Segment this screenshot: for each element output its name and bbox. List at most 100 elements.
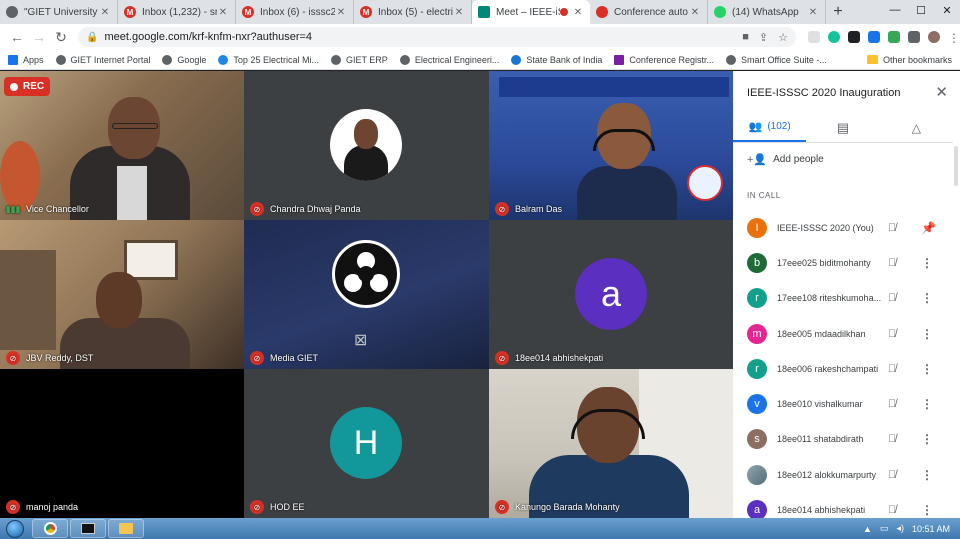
browser-tab[interactable]: (14) WhatsApp ✕ <box>708 0 826 24</box>
new-tab-button[interactable]: + <box>826 0 850 24</box>
close-icon[interactable]: ✕ <box>217 7 229 18</box>
list-item[interactable]: m 18ee005 mdaadilkhan 🎙̸ ⋮ <box>733 316 953 351</box>
mic-off-icon[interactable]: 🎙̸ <box>888 328 896 340</box>
bookmark-item[interactable]: State Bank of India <box>511 54 602 65</box>
bookmark-item[interactable]: Top 25 Electrical Mi... <box>218 54 319 65</box>
more-icon[interactable]: ⋮ <box>921 468 933 482</box>
scrollbar[interactable] <box>954 146 958 186</box>
more-icon[interactable]: ⋮ <box>921 503 933 517</box>
taskbar: ▲ ▭ ◂) 10:51 AM <box>0 518 960 539</box>
extension-icon[interactable] <box>808 31 820 43</box>
maximize-icon[interactable]: ☐ <box>908 0 934 20</box>
pin-icon[interactable]: 📌 <box>921 221 936 235</box>
close-icon[interactable]: ✕ <box>453 7 465 18</box>
more-icon[interactable]: ⋮ <box>921 397 933 411</box>
bookmark-item[interactable]: GIET ERP <box>330 54 388 65</box>
extensions-puzzle-icon[interactable] <box>908 31 920 43</box>
mic-off-icon[interactable]: 🎙̸ <box>888 257 896 269</box>
taskbar-explorer[interactable] <box>108 519 144 538</box>
mic-off-icon[interactable]: 🎙̸ <box>888 222 896 234</box>
bookmark-item[interactable]: Smart Office Suite -... <box>725 54 827 65</box>
browser-tab-active[interactable]: Meet – IEEE-iS ✕ <box>472 0 590 24</box>
participant-tile[interactable]: ⊘ Balram Das <box>489 71 733 220</box>
add-people-button[interactable]: +👤 Add people <box>747 153 824 166</box>
mic-off-icon: ⊘ <box>250 351 264 365</box>
participant-tile[interactable]: ⊘ JBV Reddy, DST <box>0 220 244 369</box>
panel-tabs: 👥 (102) ▤ △ <box>733 113 953 143</box>
more-icon[interactable]: ⋮ <box>921 256 933 270</box>
browser-tab[interactable]: Conference auto admit - ✕ <box>590 0 708 24</box>
more-icon[interactable]: ⋮ <box>921 291 933 305</box>
browser-tab[interactable]: M Inbox (1,232) - srik ✕ <box>118 0 236 24</box>
mic-off-icon[interactable]: 🎙̸ <box>888 433 896 445</box>
camera-in-use-icon[interactable]: ■ <box>742 31 749 44</box>
bookmark-item[interactable]: Electrical Engineeri... <box>399 54 499 65</box>
browser-tab[interactable]: "GIET University Gu ✕ <box>0 0 118 24</box>
mic-off-icon[interactable]: 🎙̸ <box>888 504 896 516</box>
other-bookmarks[interactable]: Other bookmarks <box>866 55 952 65</box>
list-item[interactable]: b 17eee025 biditmohanty 🎙̸ ⋮ <box>733 245 953 280</box>
close-icon[interactable]: ✕ <box>807 7 819 18</box>
participant-tile[interactable]: ⊘ Chandra Dhwaj Panda <box>244 71 489 220</box>
clock[interactable]: 10:51 AM <box>912 524 950 534</box>
more-icon[interactable]: ⋮ <box>921 432 933 446</box>
mic-off-icon: ⊘ <box>6 351 20 365</box>
grammarly-icon[interactable] <box>828 31 840 43</box>
taskbar-chrome[interactable] <box>32 519 68 538</box>
minimize-icon[interactable]: — <box>882 0 908 20</box>
close-icon[interactable]: ✕ <box>99 7 111 18</box>
list-item[interactable]: r 17eee108 riteshkumoha... 🎙̸ ⋮ <box>733 281 953 316</box>
list-item[interactable]: s 18ee011 shatabdirath 🎙̸ ⋮ <box>733 422 953 457</box>
extension-icon[interactable] <box>848 31 860 43</box>
battery-icon[interactable]: ▭ <box>880 523 889 534</box>
bookmark-item[interactable]: GIET Internet Portal <box>55 54 150 65</box>
profile-avatar[interactable] <box>928 31 940 43</box>
browser-tab[interactable]: M Inbox (5) - electrica ✕ <box>354 0 472 24</box>
mic-off-icon[interactable]: 🎙̸ <box>888 363 896 375</box>
forward-icon[interactable]: → <box>28 26 50 48</box>
star-icon[interactable]: ☆ <box>778 31 788 44</box>
mic-off-icon[interactable]: 🎙̸ <box>888 398 896 410</box>
mic-off-icon[interactable]: 🎙̸ <box>888 292 896 304</box>
list-item[interactable]: r 18ee006 rakeshchampati 🎙̸ ⋮ <box>733 351 953 386</box>
menu-icon[interactable]: ⋮ <box>948 31 960 45</box>
participant-tile[interactable]: a ⊘ 18ee014 abhishekpati <box>489 220 733 369</box>
in-call-heading: IN CALL <box>747 191 781 200</box>
close-icon[interactable]: ✕ <box>689 7 701 18</box>
tab-people[interactable]: 👥 (102) <box>733 113 807 142</box>
extension-icon[interactable] <box>868 31 880 43</box>
back-icon[interactable]: ← <box>6 26 28 48</box>
bookmark-apps[interactable]: Apps <box>8 54 44 65</box>
extension-icon[interactable] <box>888 31 900 43</box>
bookmark-item[interactable]: Conference Registr... <box>614 54 714 65</box>
participant-tile[interactable]: REC ▮▮▮ Vice Chancellor <box>0 71 244 220</box>
globe-icon <box>399 54 410 65</box>
close-icon[interactable]: ✕ <box>935 83 948 101</box>
tab-chat[interactable]: ▤ <box>806 113 879 142</box>
participant-tile[interactable]: ⊘ manoj panda <box>0 369 244 518</box>
share-icon[interactable]: ⇪ <box>759 31 768 44</box>
volume-icon[interactable]: ◂) <box>896 523 904 534</box>
participant-tile[interactable]: H ⊘ HOD EE <box>244 369 489 518</box>
more-icon[interactable]: ⋮ <box>921 362 933 376</box>
participant-tile[interactable]: ⊘ Kanungo Barada Mohanty <box>489 369 733 518</box>
list-item[interactable]: 18ee012 alokkumarpurty 🎙̸ ⋮ <box>733 457 953 492</box>
globe-icon <box>55 54 66 65</box>
mic-off-icon[interactable]: 🎙̸ <box>888 469 896 481</box>
participant-name: ⊘ JBV Reddy, DST <box>6 351 93 365</box>
close-icon[interactable]: ✕ <box>335 7 347 18</box>
network-icon[interactable]: ▲ <box>863 524 872 534</box>
reload-icon[interactable]: ↻ <box>50 26 72 48</box>
list-item[interactable]: v 18ee010 vishalkumar 🎙̸ ⋮ <box>733 386 953 421</box>
close-icon[interactable]: ✕ <box>572 7 584 18</box>
close-window-icon[interactable]: ✕ <box>934 0 960 20</box>
tab-activities[interactable]: △ <box>880 113 953 142</box>
start-button[interactable] <box>0 518 30 539</box>
list-item[interactable]: I IEEE-ISSSC 2020 (You) 🎙̸ 📌 <box>733 210 953 245</box>
more-icon[interactable]: ⋮ <box>921 327 933 341</box>
bookmark-item[interactable]: Google <box>162 54 206 65</box>
browser-tab[interactable]: M Inbox (6) - isssc202 ✕ <box>236 0 354 24</box>
participant-tile[interactable]: ⊠ ⊘ Media GIET <box>244 220 489 369</box>
taskbar-terminal[interactable] <box>70 519 106 538</box>
address-bar[interactable]: 🔒 meet.google.com/krf-knfm-nxr?authuser=… <box>78 27 796 47</box>
